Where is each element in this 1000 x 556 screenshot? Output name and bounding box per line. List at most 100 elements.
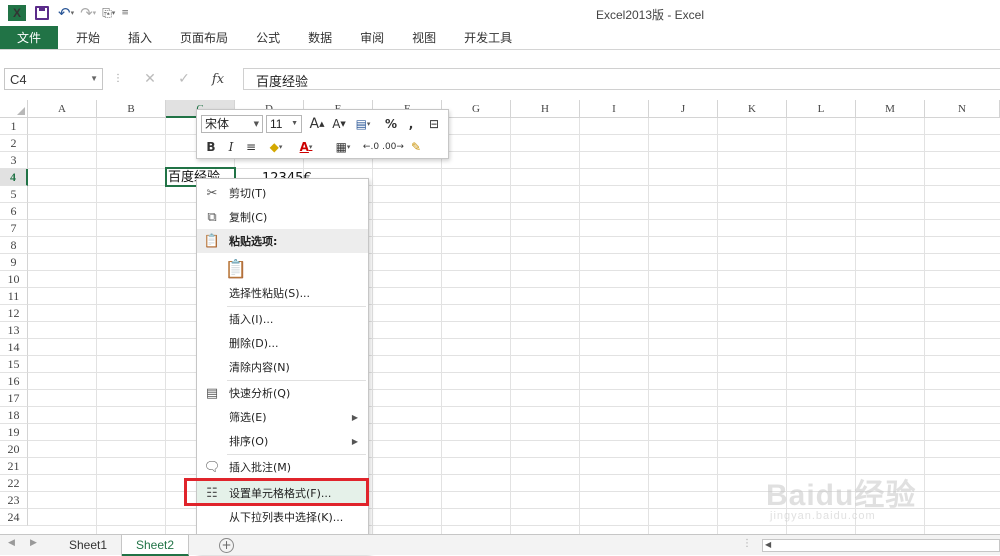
row-header-5[interactable]: 5 [0,186,28,203]
tab-insert[interactable]: 插入 [114,26,166,49]
menu-item-quick-analysis[interactable]: ▤ 快速分析(Q) [197,381,368,405]
menu-item-paste-special[interactable]: 选择性粘贴(S)... [197,281,368,305]
row-header-12[interactable]: 12 [0,305,28,322]
format-painter-icon[interactable]: ✎ [407,138,425,156]
fill-color-icon[interactable]: ◆ ▾ [263,138,289,156]
gridline [648,118,649,534]
comma-style-icon[interactable]: , [403,115,419,133]
row-header-24[interactable]: 24 [0,509,28,526]
tab-page-layout[interactable]: 页面布局 [166,26,242,49]
row-header-22[interactable]: 22 [0,475,28,492]
chevron-down-icon[interactable]: ▼ [254,116,259,132]
row-header-8[interactable]: 8 [0,237,28,254]
row-header-4[interactable]: 4 [0,169,28,186]
decrease-font-size-icon[interactable]: A ▼ [331,115,347,133]
row-header-7[interactable]: 7 [0,220,28,237]
column-header-h[interactable]: H [511,100,580,118]
tab-review[interactable]: 审阅 [346,26,398,49]
menu-item-pick-from-list[interactable]: 从下拉列表中选择(K)... [197,505,368,529]
menu-item-copy[interactable]: ⧉ 复制(C) [197,205,368,229]
column-header-n[interactable]: N [925,100,1000,118]
column-header-j[interactable]: J [649,100,718,118]
font-size-select[interactable]: 11 ▼ [266,115,302,133]
menu-item-cut[interactable]: ✂ 剪切(T) [197,181,368,205]
column-header-g[interactable]: G [442,100,511,118]
row-header-10[interactable]: 10 [0,271,28,288]
formula-input[interactable]: 百度经验 [243,68,1000,90]
italic-icon[interactable]: I [223,138,239,156]
tab-file[interactable]: 文件 [0,26,59,49]
merge-center-icon[interactable]: ⊟ [425,115,443,133]
row-header-18[interactable]: 18 [0,407,28,424]
menu-item-filter[interactable]: 筛选(E) ▶ [197,405,368,429]
select-all-button[interactable] [0,100,28,118]
row-header-11[interactable]: 11 [0,288,28,305]
insert-function-icon[interactable]: fx [206,69,230,89]
row-header-23[interactable]: 23 [0,492,28,509]
font-color-icon[interactable]: A ▾ [293,138,319,156]
paste-option-keep-source[interactable]: 📋 [197,255,368,283]
row-header-21[interactable]: 21 [0,458,28,475]
gridline [28,304,1000,305]
row-header-17[interactable]: 17 [0,390,28,407]
tab-formulas[interactable]: 公式 [242,26,294,49]
drag-handle-icon[interactable]: ⋮ [113,73,123,85]
column-header-m[interactable]: M [856,100,925,118]
tab-developer[interactable]: 开发工具 [450,26,526,49]
bold-icon[interactable]: B [203,138,219,156]
gridline [28,457,1000,458]
row-header-20[interactable]: 20 [0,441,28,458]
worksheet-grid[interactable]: A B C D E F G H I J K L M N 1 2 3 4 5 6 … [0,100,1000,534]
ribbon-tabs: 文件 开始 插入 页面布局 公式 数据 审阅 视图 开发工具 [0,26,1000,50]
tab-view[interactable]: 视图 [398,26,450,49]
menu-item-insert[interactable]: 插入(I)... [197,307,368,331]
row-header-16[interactable]: 16 [0,373,28,390]
chevron-down-icon[interactable]: ▼ [90,74,98,83]
gridline [28,151,1000,152]
font-name-select[interactable]: 宋体 ▼ [201,115,263,133]
scroll-right-icon[interactable]: ▶ [30,538,37,548]
add-sheet-button[interactable]: + [219,538,234,553]
align-center-icon[interactable]: ≡ [243,138,259,156]
tab-home[interactable]: 开始 [62,26,114,49]
tab-data[interactable]: 数据 [294,26,346,49]
row-header-2[interactable]: 2 [0,135,28,152]
menu-item-clear-contents[interactable]: 清除内容(N) [197,355,368,379]
font-size-value: 11 [270,117,283,131]
row-header-6[interactable]: 6 [0,203,28,220]
row-header-19[interactable]: 19 [0,424,28,441]
row-header-3[interactable]: 3 [0,152,28,169]
sheet-tab-sheet1[interactable]: Sheet1 [55,535,123,556]
scrollbar-thumb[interactable] [777,541,997,550]
row-header-1[interactable]: 1 [0,118,28,135]
column-header-a[interactable]: A [28,100,97,118]
column-header-b[interactable]: B [97,100,166,118]
clipboard-icon: 📋 [203,233,221,249]
row-header-13[interactable]: 13 [0,322,28,339]
borders-icon[interactable]: ▦ ▾ [331,138,355,156]
column-header-l[interactable]: L [787,100,856,118]
chevron-down-icon[interactable]: ▼ [291,116,298,132]
row-header-15[interactable]: 15 [0,356,28,373]
increase-font-size-icon[interactable]: A ▲ [309,115,325,133]
font-name-value: 宋体 [205,117,230,131]
horizontal-scrollbar[interactable]: ◀ [762,539,1000,552]
increase-decimal-icon[interactable]: ←.0 [361,138,381,156]
menu-item-sort[interactable]: 排序(O) ▶ [197,429,368,453]
scroll-left-arrow-icon[interactable]: ◀ [765,540,771,549]
decrease-decimal-icon[interactable]: .00→ [382,138,404,156]
tab-split-handle-icon[interactable]: ⋮ [742,538,752,549]
row-header-9[interactable]: 9 [0,254,28,271]
sheet-tab-sheet2[interactable]: Sheet2 [122,535,190,556]
percent-style-icon[interactable]: % [383,115,399,133]
menu-item-delete[interactable]: 删除(D)... [197,331,368,355]
column-header-k[interactable]: K [718,100,787,118]
row-header-14[interactable]: 14 [0,339,28,356]
name-box[interactable]: C4 ▼ [4,68,103,90]
cancel-icon[interactable]: ✕ [138,69,162,89]
column-header-i[interactable]: I [580,100,649,118]
cell-styles-icon[interactable]: ▤ ▾ [351,115,375,133]
scroll-left-icon[interactable]: ◀ [8,538,15,548]
enter-icon[interactable]: ✓ [172,69,196,89]
menu-item-insert-comment[interactable]: 🗨 插入批注(M) [197,455,368,479]
